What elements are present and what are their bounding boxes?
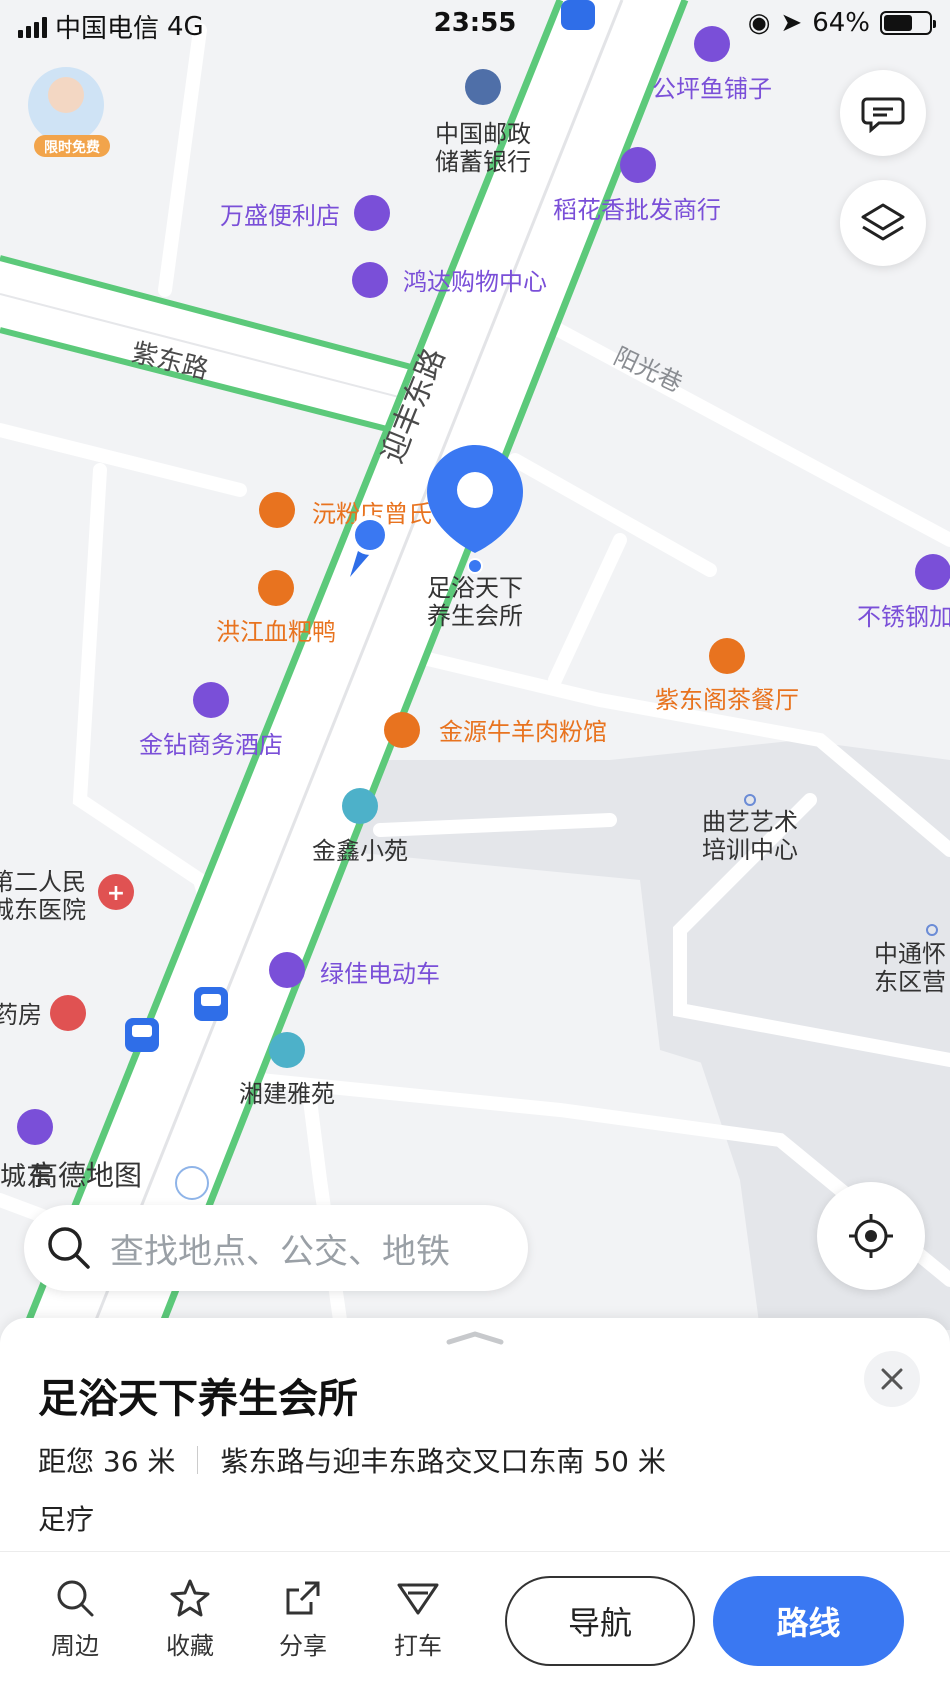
crosshair-icon bbox=[849, 1214, 893, 1258]
poi-hotel-jinzuan[interactable] bbox=[193, 682, 229, 718]
bus-stop-icon[interactable] bbox=[125, 1018, 159, 1052]
poi-label: 鸿达购物中心 bbox=[403, 268, 547, 296]
poi-label: 第二人民 bbox=[0, 868, 86, 896]
poi-residential-xiangjian[interactable] bbox=[269, 1032, 305, 1068]
poi-label: 稻花香批发商行 bbox=[553, 196, 721, 224]
poi-label: 不锈钢加 bbox=[857, 603, 950, 631]
location-accuracy-icon bbox=[175, 1166, 209, 1200]
bus-stop-icon[interactable] bbox=[194, 987, 228, 1021]
poi-label: 培训中心 bbox=[702, 836, 798, 864]
place-meta: 距您 36 米 紫东路与迎丰东路交叉口东南 50 米 bbox=[38, 1440, 666, 1480]
poi-shop-buxiugang[interactable] bbox=[915, 554, 950, 590]
locate-me-button[interactable] bbox=[817, 1182, 925, 1290]
place-address: 紫东路与迎丰东路交叉口东南 50 米 bbox=[220, 1445, 666, 1478]
poi-label: 万盛便利店 bbox=[220, 202, 340, 230]
poi-label: 公坪鱼铺子 bbox=[652, 75, 772, 103]
poi-shop-daohuaxiang[interactable] bbox=[620, 147, 656, 183]
search-bar[interactable]: 查找地点、公交、地铁 bbox=[24, 1205, 528, 1291]
poi-shop-lvjia[interactable] bbox=[269, 952, 305, 988]
taxi-label: 打车 bbox=[394, 1632, 442, 1660]
place-distance: 距您 36 米 bbox=[38, 1445, 176, 1478]
taxi-button[interactable]: 打车 bbox=[373, 1576, 463, 1661]
place-detail-sheet: 足浴天下养生会所 距您 36 米 紫东路与迎丰东路交叉口东南 50 米 足疗 周… bbox=[0, 1318, 950, 1689]
map-watermark: 高德地图 bbox=[30, 1159, 142, 1192]
poi-shop-bottom[interactable] bbox=[17, 1109, 53, 1145]
favorite-label: 收藏 bbox=[166, 1632, 214, 1660]
favorite-button[interactable]: 收藏 bbox=[145, 1576, 235, 1661]
poi-label: 湘建雅苑 bbox=[239, 1080, 335, 1108]
poi-label: 金钻商务酒店 bbox=[139, 731, 283, 759]
meta-divider bbox=[197, 1446, 199, 1474]
battery-percentage: 64% bbox=[812, 8, 870, 38]
selected-poi-label-2: 养生会所 bbox=[427, 602, 523, 630]
poi-food-yuanfen[interactable] bbox=[259, 492, 295, 528]
poi-label: 曲艺艺术 bbox=[702, 808, 798, 836]
poi-label: 绿佳电动车 bbox=[320, 960, 440, 988]
sheet-divider bbox=[0, 1551, 950, 1552]
poi-food-jinyuan[interactable] bbox=[384, 712, 420, 748]
navigate-button[interactable]: 导航 bbox=[505, 1576, 695, 1666]
message-button[interactable] bbox=[840, 70, 926, 156]
poi-label-bank-1: 中国邮政 bbox=[435, 120, 531, 148]
poi-shop-hongda[interactable] bbox=[352, 262, 388, 298]
poi-label: 紫东阁茶餐厅 bbox=[655, 686, 799, 714]
poi-label: 中通怀 bbox=[874, 940, 946, 968]
poi-shop-wansheng[interactable] bbox=[354, 195, 390, 231]
svg-text:+: + bbox=[107, 881, 125, 906]
share-button[interactable]: 分享 bbox=[258, 1576, 348, 1661]
share-icon bbox=[286, 1581, 320, 1615]
star-icon bbox=[170, 1579, 210, 1617]
poi-residential-jinxin[interactable] bbox=[342, 788, 378, 824]
location-arrow-icon: ➤ bbox=[780, 8, 803, 38]
poi-label: 金源牛羊肉粉馆 bbox=[439, 718, 607, 746]
status-bar: 中国电信 4G 23:55 ◉ ➤ 64% bbox=[0, 0, 950, 50]
search-icon bbox=[48, 1227, 90, 1269]
close-button[interactable] bbox=[864, 1351, 920, 1407]
poi-label: 东区营 bbox=[874, 968, 946, 996]
poi-label: 城东医院 bbox=[0, 896, 86, 924]
place-category: 足疗 bbox=[38, 1503, 95, 1536]
poi-hospital[interactable]: + bbox=[98, 874, 134, 910]
layers-button[interactable] bbox=[840, 180, 926, 266]
poi-food-zidongge[interactable] bbox=[709, 638, 745, 674]
message-icon bbox=[861, 97, 905, 133]
selected-poi-label-1: 足浴天下 bbox=[427, 574, 523, 602]
rotation-lock-icon: ◉ bbox=[747, 8, 771, 38]
place-title: 足浴天下养生会所 bbox=[38, 1376, 358, 1422]
promo-badge-text: 限时免费 bbox=[44, 139, 100, 156]
battery-icon bbox=[880, 11, 936, 35]
sheet-handle-icon[interactable] bbox=[445, 1328, 505, 1348]
nearby-label: 周边 bbox=[51, 1632, 99, 1660]
poi-pharmacy[interactable] bbox=[50, 995, 86, 1031]
poi-label: 洪江血粑鸭 bbox=[216, 618, 336, 646]
search-placeholder: 查找地点、公交、地铁 bbox=[110, 1231, 450, 1272]
search-icon bbox=[57, 1580, 94, 1617]
close-icon bbox=[881, 1368, 903, 1390]
poi-food-hongjiang[interactable] bbox=[258, 570, 294, 606]
share-label: 分享 bbox=[279, 1632, 327, 1660]
poi-label: 药房 bbox=[0, 1001, 42, 1029]
nearby-button[interactable]: 周边 bbox=[30, 1576, 120, 1661]
layers-icon bbox=[861, 203, 905, 241]
taxi-icon bbox=[397, 1583, 439, 1615]
route-button[interactable]: 路线 bbox=[713, 1576, 904, 1666]
poi-label-bank-2: 储蓄银行 bbox=[435, 148, 531, 176]
poi-label: 金鑫小苑 bbox=[312, 837, 408, 865]
